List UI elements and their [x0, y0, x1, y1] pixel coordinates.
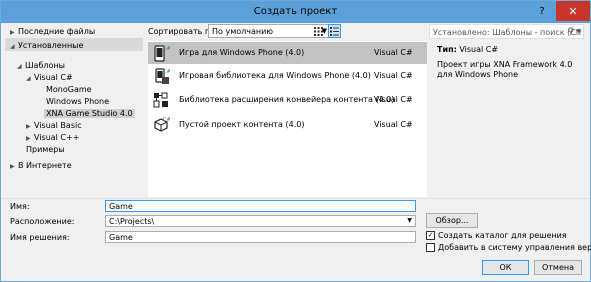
details-type: Тип: Visual C# [437, 45, 499, 54]
svg-text:C#: C# [163, 46, 170, 52]
tree-item-visual-basic[interactable]: ▶ Visual Basic [26, 120, 82, 131]
tree-item-windows-phone[interactable]: Windows Phone [46, 96, 109, 107]
expand-arrow-icon[interactable]: ▶ [10, 27, 18, 38]
template-name: Игра для Windows Phone (4.0) [179, 48, 305, 57]
create-directory-checkbox[interactable]: ✓ Создать каталог для решения [426, 231, 567, 242]
expand-arrow-icon[interactable]: ▶ [26, 121, 34, 132]
template-row-phone-game[interactable]: C# Игра для Windows Phone (4.0) Visual C… [148, 42, 427, 64]
tree-item-xna[interactable]: XNA Game Studio 4.0 [44, 108, 135, 119]
expand-arrow-icon[interactable]: ▶ [26, 133, 34, 144]
details-description: Проект игры XNA Framework 4.0 для Window… [437, 60, 573, 79]
expand-arrow-icon[interactable]: ▶ [10, 161, 18, 172]
template-name: Игровая библиотека для Windows Phone (4.… [179, 71, 371, 80]
new-project-dialog: Создать проект ? ✕ ▶ Последние файлы ◢ Уст… [0, 0, 591, 282]
checkbox-unchecked-icon[interactable] [426, 243, 435, 252]
tree-item-installed[interactable]: ◢ Установленные [10, 40, 83, 51]
location-field[interactable]: C:\Projects\ ▼ [105, 215, 416, 227]
template-lang: Visual C# [374, 48, 413, 57]
grid-view-icon [314, 26, 323, 36]
tree-item-online[interactable]: ▶ В Интернете [10, 160, 72, 171]
details-pane: Тип: Visual C# Проект игры XNA Framework… [429, 41, 589, 197]
phone-game-icon: C# [154, 45, 170, 62]
search-icon[interactable]: ⚲ [567, 27, 574, 37]
name-label: Имя: [10, 202, 30, 211]
svg-text:C#: C# [163, 69, 170, 75]
list-view-button[interactable] [328, 24, 341, 38]
svg-text:C#: C# [163, 117, 170, 123]
solution-name-field[interactable]: Game [105, 231, 416, 243]
collapse-arrow-icon[interactable]: ◢ [17, 61, 25, 72]
tree-item-visual-csharp[interactable]: ◢ Visual C# [26, 72, 73, 83]
location-label: Расположение: [10, 217, 75, 226]
template-lang: Visual C# [374, 120, 413, 129]
window-title: Создать проект [253, 6, 338, 17]
sort-toolbar: Сортировать по: По умолчанию ▼ [148, 24, 428, 39]
checkbox-checked-icon[interactable]: ✓ [426, 231, 435, 240]
browse-button[interactable]: Обзор... [426, 213, 478, 228]
help-icon[interactable]: ? [529, 1, 555, 21]
chevron-down-icon[interactable]: ▼ [407, 217, 412, 224]
content-project-icon: C# [154, 117, 170, 132]
template-list: C# Игра для Windows Phone (4.0) Visual C… [148, 41, 427, 197]
phone-library-icon: C# [155, 68, 170, 84]
list-view-icon [330, 26, 339, 36]
divider [1, 198, 590, 199]
tree-item-monogame[interactable]: MonoGame [46, 84, 92, 95]
template-row-pipeline-extension[interactable]: Библиотека расширения конвейера контента… [148, 89, 427, 111]
tree-item-templates[interactable]: ◢ Шаблоны [17, 60, 65, 71]
ok-button[interactable]: ОК [482, 260, 529, 275]
template-name: Пустой проект контента (4.0) [179, 120, 305, 129]
add-source-control-checkbox[interactable]: Добавить в систему управления версиями [426, 243, 591, 254]
template-row-content-project[interactable]: C# Пустой проект контента (4.0) Visual C… [148, 114, 427, 136]
solution-name-label: Имя решения: [10, 233, 70, 242]
template-name: Библиотека расширения конвейера контента… [179, 95, 395, 104]
chevron-down-icon[interactable]: ▼ [576, 28, 581, 35]
template-lang: Visual C# [374, 95, 413, 104]
title-bar[interactable]: Создать проект ? ✕ [1, 1, 590, 23]
pipeline-extension-icon [153, 92, 168, 108]
name-field[interactable]: Game [105, 200, 416, 212]
tree-item-samples[interactable]: Примеры [26, 144, 65, 155]
close-button[interactable]: ✕ [556, 1, 590, 21]
template-lang: Visual C# [374, 71, 413, 80]
search-input[interactable]: Установлено: Шаблоны - поиск (Ctrl+E) ⚲ … [429, 24, 584, 39]
collapse-arrow-icon[interactable]: ◢ [26, 73, 34, 84]
cancel-button[interactable]: Отмена [534, 260, 582, 275]
tree-item-visual-cpp[interactable]: ▶ Visual C++ [26, 132, 79, 143]
collapse-arrow-icon[interactable]: ◢ [10, 41, 18, 52]
tree-item-recent[interactable]: ▶ Последние файлы [10, 26, 95, 37]
template-row-phone-library[interactable]: C# Игровая библиотека для Windows Phone … [148, 65, 427, 87]
small-icons-view-button[interactable] [312, 24, 325, 38]
